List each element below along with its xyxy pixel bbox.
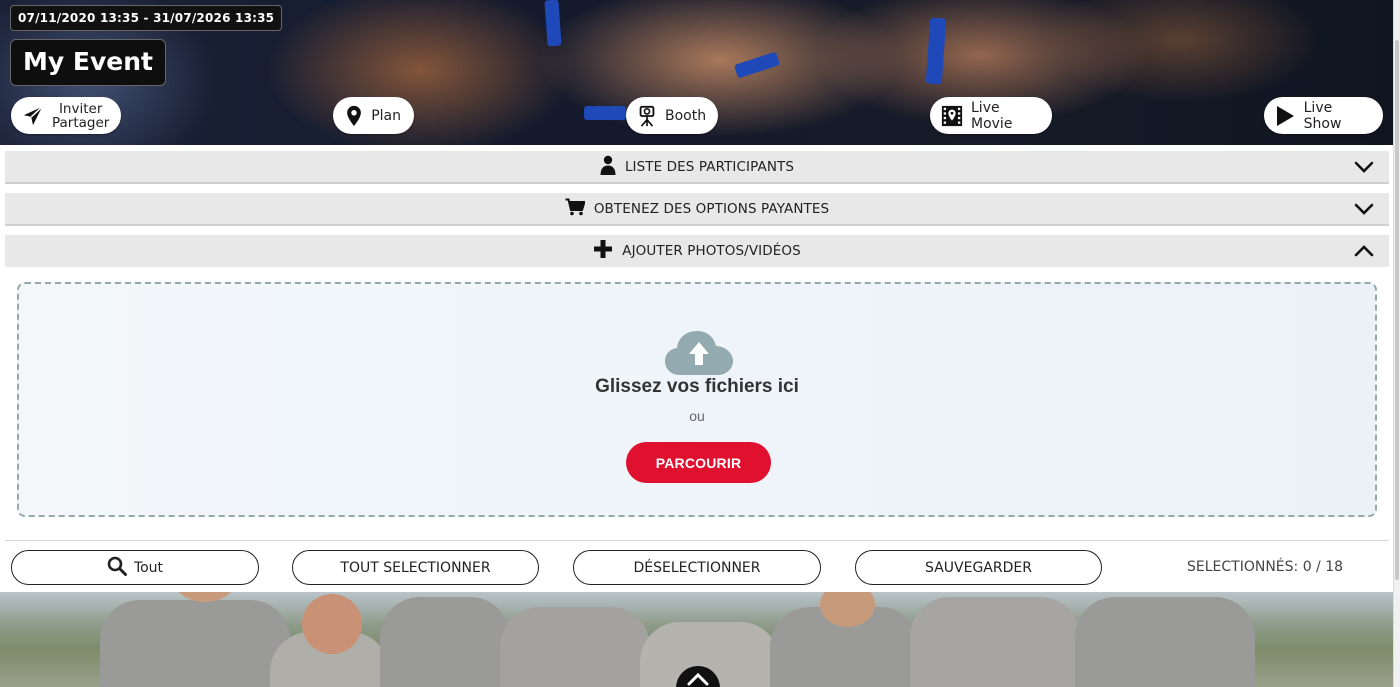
- film-pin-icon: [941, 105, 963, 127]
- photo-person: [380, 597, 510, 687]
- accordion-add-media-label: AJOUTER PHOTOS/VIDÉOS: [622, 243, 801, 259]
- wristband-decoration: [733, 51, 781, 79]
- chevron-down-icon[interactable]: [1353, 201, 1375, 217]
- save-button[interactable]: SAUVEGARDER: [855, 550, 1102, 585]
- cart-icon: [565, 198, 586, 220]
- photo-person: [1075, 597, 1255, 687]
- filter-all-label: Tout: [133, 559, 164, 576]
- dropzone-or-text: ou: [689, 408, 705, 424]
- booth-label: Booth: [665, 107, 707, 124]
- plus-icon: [593, 239, 613, 263]
- select-all-button[interactable]: TOUT SELECTIONNER: [292, 550, 539, 585]
- accordion-add-media-header: AJOUTER PHOTOS/VIDÉOS: [593, 239, 801, 263]
- search-icon: [107, 556, 127, 580]
- invite-label: Inviter: [58, 100, 103, 117]
- accordion-add-media[interactable]: AJOUTER PHOTOS/VIDÉOS: [5, 235, 1389, 267]
- wristband-decoration: [925, 17, 947, 85]
- chevron-down-icon[interactable]: [1353, 159, 1375, 175]
- filter-all-button[interactable]: Tout: [11, 550, 259, 585]
- event-header-banner: 07/11/2020 13:35 - 31/07/2026 13:35 My E…: [0, 0, 1393, 145]
- live-movie-button[interactable]: Live Movie: [930, 97, 1052, 134]
- accordion-paid-options-label: OBTENEZ DES OPTIONS PAYANTES: [593, 200, 830, 217]
- gallery-toolbar: Tout TOUT SELECTIONNER DÉSELECTIONNER SA…: [0, 543, 1393, 592]
- booth-button[interactable]: Booth: [626, 97, 718, 134]
- plan-label: Plan: [371, 107, 401, 124]
- live-show-button[interactable]: Live Show: [1264, 97, 1383, 134]
- photo-face: [302, 594, 362, 654]
- deselect-button[interactable]: DÉSELECTIONNER: [573, 550, 821, 585]
- accordion-participants-header: LISTE DES PARTICIPANTS: [600, 155, 794, 179]
- photo-person: [100, 600, 290, 687]
- live-movie-label: Live Movie: [971, 99, 1013, 132]
- paper-plane-icon: [22, 105, 44, 127]
- photo-person: [500, 607, 650, 687]
- event-title: My Event: [10, 39, 166, 86]
- accordion-participants[interactable]: LISTE DES PARTICIPANTS: [5, 151, 1389, 184]
- accordion-paid-options-header: OBTENEZ DES OPTIONS PAYANTES: [565, 198, 829, 220]
- accordion-participants-label: LISTE DES PARTICIPANTS: [624, 158, 795, 175]
- dropzone-title: Glissez vos fichiers ici: [595, 376, 799, 397]
- scrollbar-thumb[interactable]: [1395, 40, 1399, 580]
- plan-button[interactable]: Plan: [333, 97, 414, 134]
- live-show-label: Live Show: [1303, 99, 1342, 132]
- photo-person: [910, 597, 1080, 687]
- upload-panel: Glissez vos fichiers ici ou PARCOURIR: [5, 267, 1389, 541]
- wristband-decoration: [544, 0, 562, 47]
- event-date-range: 07/11/2020 13:35 - 31/07/2026 13:35: [10, 5, 283, 31]
- file-dropzone[interactable]: Glissez vos fichiers ici ou PARCOURIR: [17, 282, 1377, 517]
- selected-count: SELECTIONNÉS: 0 / 18: [1187, 559, 1344, 575]
- wristband-decoration: [584, 106, 626, 120]
- invite-share-button[interactable]: Inviter Partager: [11, 97, 121, 134]
- chevron-up-icon[interactable]: [1353, 243, 1375, 259]
- chevron-up-icon: [687, 672, 709, 686]
- cloud-upload-icon: [665, 331, 733, 375]
- share-label: Partager: [52, 114, 110, 131]
- user-icon: [600, 155, 616, 179]
- invite-share-label: Inviter Partager: [52, 102, 109, 130]
- browse-button[interactable]: PARCOURIR: [626, 442, 771, 483]
- accordion-paid-options[interactable]: OBTENEZ DES OPTIONS PAYANTES: [5, 193, 1389, 226]
- play-icon: [1275, 105, 1296, 127]
- photo-booth-icon: [637, 105, 657, 127]
- map-pin-icon: [344, 105, 363, 127]
